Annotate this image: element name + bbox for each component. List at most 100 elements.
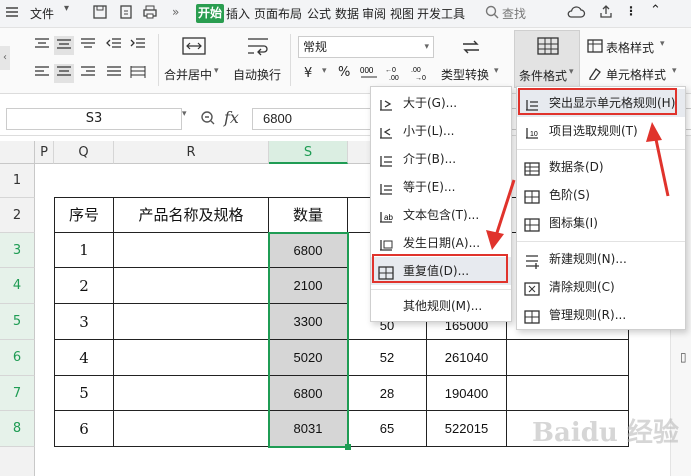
tab-review[interactable]: 审阅	[362, 5, 386, 22]
chevron-down-icon[interactable]: ▾	[672, 66, 677, 76]
column-header-t[interactable]	[348, 141, 372, 164]
chevron-down-icon[interactable]: ▾	[322, 66, 327, 76]
product-cell[interactable]	[114, 340, 269, 376]
table-cell[interactable]: 261040	[427, 340, 507, 376]
tab-data[interactable]: 数据	[335, 5, 359, 22]
thousands-separator-icon[interactable]: 000	[358, 62, 382, 87]
product-cell[interactable]	[114, 304, 269, 340]
table-cell[interactable]: 65	[348, 411, 427, 447]
fx-icon[interactable]: fx	[224, 108, 239, 127]
header-product[interactable]: 产品名称及规格	[114, 198, 269, 233]
increase-decimal-icon[interactable]: ←0.00	[384, 62, 408, 87]
fill-handle[interactable]	[345, 444, 351, 450]
table-cell[interactable]: 52	[348, 340, 427, 376]
product-cell[interactable]	[114, 268, 269, 304]
cell-style-icon[interactable]	[586, 65, 604, 84]
name-box[interactable]: S3	[6, 108, 182, 130]
row-header-1[interactable]: 1	[0, 164, 35, 198]
product-cell[interactable]	[114, 376, 269, 411]
search-icon[interactable]	[484, 4, 500, 23]
menu-item-greater-than[interactable]: 大于(G)...	[371, 89, 511, 117]
chevron-down-icon[interactable]: ▾	[214, 66, 219, 76]
row-header-2[interactable]: 2	[0, 198, 35, 233]
wrap-text-icon[interactable]	[244, 34, 272, 61]
chevron-down-icon[interactable]: ▾	[182, 109, 187, 119]
chevron-down-icon[interactable]: ▾	[660, 39, 665, 49]
wrap-text-button[interactable]: 自动换行	[233, 66, 281, 83]
table-style-button[interactable]: 表格样式	[606, 39, 654, 56]
column-header-s[interactable]: S	[269, 141, 348, 164]
share-icon[interactable]	[598, 4, 614, 23]
type-convert-button[interactable]: 类型转换	[441, 66, 489, 83]
header-qty[interactable]: 数量	[269, 198, 348, 233]
row-header-8[interactable]: 8	[0, 411, 35, 447]
side-panel-icon[interactable]: ▯	[680, 350, 687, 364]
row-header-3[interactable]: 3	[0, 233, 35, 268]
column-header-r[interactable]: R	[114, 141, 269, 164]
row-header-4[interactable]: 4	[0, 268, 35, 304]
increase-indent-icon[interactable]	[128, 36, 148, 55]
align-right-icon[interactable]	[78, 64, 98, 83]
align-middle-icon[interactable]	[54, 36, 74, 55]
align-top-icon[interactable]	[32, 36, 52, 55]
file-menu[interactable]: 文件	[30, 5, 54, 22]
seq-cell[interactable]: 5	[55, 376, 114, 411]
save-icon[interactable]	[92, 4, 108, 23]
menu-item-more-rules[interactable]: 其他规则(M)...	[371, 292, 511, 320]
seq-cell[interactable]: 4	[55, 340, 114, 376]
row-header-5[interactable]: 5	[0, 304, 35, 340]
column-header-p[interactable]: P	[35, 141, 54, 164]
select-all-corner[interactable]	[0, 141, 35, 164]
menu-item-manage-rules[interactable]: 管理规则(R)...	[517, 301, 685, 329]
more-options-icon[interactable]: ⋮	[625, 4, 638, 18]
distributed-align-icon[interactable]	[128, 64, 148, 83]
tab-formulas[interactable]: 公式	[307, 5, 331, 22]
tab-page-layout[interactable]: 页面布局	[254, 5, 302, 22]
merge-center-button[interactable]: 合并居中	[164, 66, 212, 83]
collapse-ribbon-icon[interactable]: ⌃	[650, 3, 661, 18]
decrease-indent-icon[interactable]	[104, 36, 124, 55]
column-header-q[interactable]: Q	[54, 141, 114, 164]
seq-cell[interactable]: 1	[55, 233, 114, 268]
menu-item-clear-rules[interactable]: 清除规则(C)	[517, 273, 685, 301]
more-tabs-button[interactable]: »	[172, 5, 179, 19]
decrease-decimal-icon[interactable]: .00 →0	[410, 62, 434, 87]
merge-center-icon[interactable]	[180, 34, 208, 61]
product-cell[interactable]	[114, 411, 269, 447]
table-cell[interactable]: 522015	[427, 411, 507, 447]
table-cell[interactable]	[507, 376, 629, 411]
header-seq[interactable]: 序号	[55, 198, 114, 233]
cloud-icon[interactable]	[566, 4, 586, 23]
zoom-icon[interactable]	[200, 110, 216, 129]
currency-format-button[interactable]: ¥	[304, 66, 312, 81]
tab-developer[interactable]: 开发工具	[417, 5, 465, 22]
chevron-down-icon[interactable]: ▾	[64, 3, 69, 14]
table-cell[interactable]: 190400	[427, 376, 507, 411]
justify-icon[interactable]	[104, 64, 124, 83]
tab-insert[interactable]: 插入	[226, 5, 250, 22]
chevron-down-icon[interactable]: ▾	[494, 66, 499, 76]
align-bottom-icon[interactable]	[78, 36, 98, 55]
table-cell[interactable]	[507, 340, 629, 376]
table-style-icon[interactable]	[586, 38, 604, 57]
export-pdf-icon[interactable]	[118, 4, 134, 23]
type-convert-icon[interactable]	[458, 36, 484, 61]
table-cell[interactable]: 28	[348, 376, 427, 411]
align-center-icon[interactable]	[54, 64, 74, 83]
seq-cell[interactable]: 6	[55, 411, 114, 447]
row-header-6[interactable]: 6	[0, 340, 35, 376]
tab-home[interactable]: 开始	[196, 4, 224, 23]
print-icon[interactable]	[142, 4, 158, 23]
row-header-7[interactable]: 7	[0, 376, 35, 411]
cell-style-button[interactable]: 单元格样式	[606, 66, 666, 83]
product-cell[interactable]	[114, 233, 269, 268]
conditional-format-button[interactable]: 条件格式 ▾	[514, 30, 580, 88]
seq-cell[interactable]: 3	[55, 304, 114, 340]
number-format-select[interactable]: 常规 ▾	[298, 36, 434, 58]
percent-format-button[interactable]: %	[338, 65, 350, 80]
seq-cell[interactable]: 2	[55, 268, 114, 304]
tab-view[interactable]: 视图	[390, 5, 414, 22]
hamburger-icon[interactable]	[4, 4, 20, 23]
align-left-icon[interactable]	[32, 64, 52, 83]
ribbon-scroll-left-icon[interactable]: ‹	[0, 46, 10, 70]
